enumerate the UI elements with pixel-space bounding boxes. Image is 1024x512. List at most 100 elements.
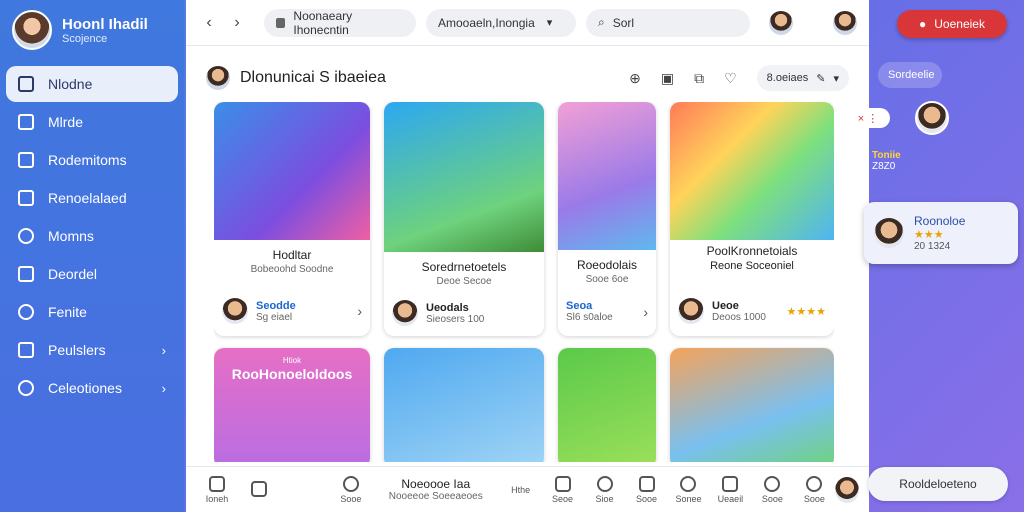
card-6[interactable] xyxy=(384,348,544,462)
card-4[interactable]: PoolKronnetoials Reone Soceoniel Ueoe Deo… xyxy=(670,102,834,336)
card-meta: Ueoe Deoos 1000 ★★★★ xyxy=(678,298,826,324)
sidebar-item-5[interactable]: Deordel xyxy=(6,256,178,292)
card-title: PoolKronnetoials xyxy=(706,244,798,258)
edit-button[interactable]: Ueaeil xyxy=(709,475,751,504)
sidebar-item-6[interactable]: Fenite xyxy=(6,294,178,330)
folder-icon xyxy=(18,342,34,358)
search-input[interactable]: ⌕ Sorl xyxy=(586,8,750,37)
heart-icon[interactable]: ♡ xyxy=(724,70,737,87)
sidebar: Hoonl Ihadil Scojence Nlodne Mlrde Rodem… xyxy=(0,0,184,512)
card-1[interactable]: Hodltar Bobeoohd Soodne Seodde Sg eiael › xyxy=(214,102,370,336)
search-button[interactable]: Sioe xyxy=(584,475,626,504)
back-button[interactable]: ‹ xyxy=(198,12,220,34)
forward-button[interactable]: › xyxy=(226,12,248,34)
chevron-down-icon: ▾ xyxy=(833,72,839,85)
home-icon xyxy=(208,475,225,492)
card-banner: RooHonoeloldoos xyxy=(231,366,353,382)
card-image xyxy=(558,348,656,462)
sort-dropdown[interactable]: 8.oeiaes ✎ ▾ xyxy=(756,65,849,91)
chevron-right-icon: › xyxy=(161,380,166,396)
card-8[interactable] xyxy=(670,348,834,462)
clipboard-icon[interactable]: ▣ xyxy=(661,70,674,87)
record-icon: ● xyxy=(919,17,927,31)
author-avatar xyxy=(222,298,248,324)
content-header: Dlonunicai S ibaeiea ⊕ ▣ ⧉ ♡ 8.oeiaes ✎ … xyxy=(186,46,869,110)
side-bottom-button[interactable]: Rooldeloeteno xyxy=(868,467,1008,501)
topbar: ‹ › Noonaeary Ihonecntin Amooaeln,Inongi… xyxy=(186,0,869,46)
card-subtitle: Bobeoohd Soodne xyxy=(250,264,334,275)
search-icon: ⌕ xyxy=(598,15,605,29)
sidebar-item-4[interactable]: Momns xyxy=(6,218,178,254)
timer-button[interactable]: Sonee xyxy=(667,475,709,504)
card-image xyxy=(384,348,544,462)
side-info: Toniie Z8Z0 xyxy=(872,150,901,172)
side-avatar[interactable] xyxy=(915,101,949,135)
zoom-icon[interactable]: ⊕ xyxy=(629,70,641,87)
primary-action-button[interactable]: ● Uoeneiek xyxy=(897,10,1007,38)
card-2[interactable]: Soredrnetoetels Deoe Secoe Ueodals Sieose… xyxy=(384,102,544,336)
page-title: Dlonunicai S ibaeiea xyxy=(240,69,386,86)
card-title: Roeodolais xyxy=(576,258,638,272)
header-actions: ⊕ ▣ ⧉ ♡ 8.oeiaes ✎ ▾ xyxy=(629,65,849,91)
card-subtitle: Deoe Secoe xyxy=(436,276,492,287)
card-meta: Seodde Sg eiael › xyxy=(222,298,362,324)
card-7[interactable] xyxy=(558,348,656,462)
bottom-avatar[interactable] xyxy=(835,476,860,503)
home-button[interactable]: Ioneh xyxy=(196,475,238,504)
sidebar-item-0[interactable]: Nlodne xyxy=(6,66,178,102)
bag-icon xyxy=(638,475,655,492)
card-image xyxy=(670,348,834,462)
account-dropdown[interactable]: Amooaeln,Inongia ▾ xyxy=(426,8,576,37)
author-avatar xyxy=(678,298,704,324)
chevron-right-icon[interactable]: › xyxy=(357,303,362,319)
card-meta: Seoa Sl6 s0aloe › xyxy=(566,300,648,323)
gear-icon xyxy=(18,380,34,396)
sidebar-item-1[interactable]: Mlrde xyxy=(6,104,178,140)
window-icon xyxy=(554,475,571,492)
side-card-avatar xyxy=(874,218,904,248)
clock-button[interactable]: Sooe xyxy=(330,475,372,504)
circle-icon xyxy=(18,304,34,320)
profile-avatar[interactable] xyxy=(833,10,857,35)
profile[interactable]: Hoonl Ihadil Scojence xyxy=(0,0,184,60)
list-icon xyxy=(18,114,34,130)
share-icon[interactable]: ⧉ xyxy=(694,70,704,87)
window-button[interactable]: Seoe xyxy=(542,475,584,504)
people-icon xyxy=(806,475,823,492)
user-icon xyxy=(764,475,781,492)
avatar xyxy=(12,10,52,50)
chevron-down-icon: ▾ xyxy=(546,17,553,29)
card-image xyxy=(558,102,656,250)
link-icon xyxy=(250,480,267,497)
author-avatar xyxy=(392,300,418,326)
now-playing[interactable]: Noeoooe Iaa Nooeeoe Soeeaeoes xyxy=(372,477,500,502)
card-image xyxy=(670,102,834,240)
side-tag[interactable]: Sordeelie xyxy=(878,62,942,88)
sidebar-item-3[interactable]: Renoelalaed xyxy=(6,180,178,216)
profile-name: Hoonl Ihadil xyxy=(62,15,148,33)
tag-button[interactable]: Hthe xyxy=(500,485,542,495)
sidebar-nav: Nlodne Mlrde Rodemitoms Renoelalaed Momn… xyxy=(0,66,184,406)
chevron-right-icon[interactable]: › xyxy=(643,304,648,320)
shield-icon xyxy=(18,228,34,244)
user-avatar[interactable] xyxy=(769,10,793,35)
card-image xyxy=(384,102,544,252)
notification-chip[interactable]: × ⋮ xyxy=(846,108,890,128)
sidebar-item-8[interactable]: Celeotiones › xyxy=(6,370,178,406)
sidebar-item-7[interactable]: Peulslers › xyxy=(6,332,178,368)
people-button[interactable]: Sooe xyxy=(793,475,835,504)
card-5[interactable]: Htiok RooHonoeloldoos xyxy=(214,348,370,462)
main-window: ‹ › Noonaeary Ihonecntin Amooaeln,Inongi… xyxy=(186,0,869,512)
search-icon xyxy=(596,475,613,492)
bag-button[interactable]: Sooe xyxy=(626,475,668,504)
sidebar-item-2[interactable]: Rodemitoms xyxy=(6,142,178,178)
card-3[interactable]: Roeodolais Sooe 6oe Seoa Sl6 s0aloe › xyxy=(558,102,656,336)
profile-button[interactable]: Sooe xyxy=(751,475,793,504)
chevron-right-icon: › xyxy=(161,342,166,358)
side-card[interactable]: Roonoloe ★★★ 20 1324 xyxy=(864,202,1018,264)
address-bar[interactable]: Noonaeary Ihonecntin xyxy=(264,8,416,37)
edit-icon: ✎ xyxy=(816,72,826,85)
card-subtitle: Sooe 6oe xyxy=(585,274,629,285)
link-button[interactable] xyxy=(238,480,280,499)
timer-icon xyxy=(680,475,697,492)
